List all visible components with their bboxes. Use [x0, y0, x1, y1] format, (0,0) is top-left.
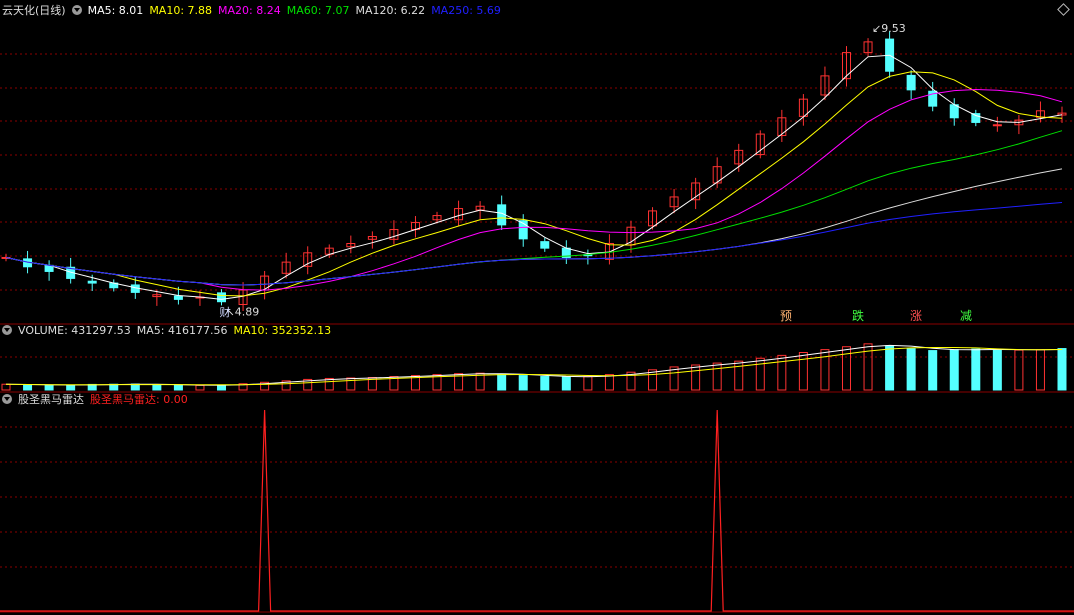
volume-bar	[971, 348, 981, 391]
ma10-label: MA10: 7.88	[149, 4, 213, 17]
volume-label: VOLUME: 431297.53	[18, 324, 131, 337]
candle-body	[992, 124, 1002, 127]
volume-bar	[152, 384, 162, 391]
volume-bar	[66, 384, 76, 391]
candle-body	[87, 280, 97, 284]
volume-bar	[798, 352, 808, 391]
volume-bar	[734, 360, 744, 391]
volume-bar	[992, 349, 1002, 391]
ma20-label: MA20: 8.24	[218, 4, 281, 17]
chevron-down-icon[interactable]	[2, 394, 12, 404]
volume-bar	[561, 376, 571, 391]
ma20-line	[5, 88, 1063, 291]
ma120-label: MA120: 6.22	[355, 4, 426, 17]
indicator-header: 股圣黑马雷达 股圣黑马雷达: 0.00	[2, 393, 194, 407]
ma60-line	[5, 130, 1063, 286]
main-chart-header: 云天化(日线) MA5: 8.01 MA10: 7.88 MA20: 8.24 MA60…	[2, 4, 507, 18]
candle-body	[906, 74, 916, 91]
volume-bar	[195, 384, 205, 391]
candle-body	[173, 295, 183, 300]
volume-bar	[1035, 349, 1045, 391]
ma250-label: MA250: 5.69	[431, 4, 501, 17]
volume-bar	[906, 348, 916, 391]
chevron-down-icon[interactable]	[71, 5, 82, 15]
ma10-line	[5, 71, 1063, 297]
volume-bar	[755, 357, 765, 391]
indicator-name: 股圣黑马雷达	[18, 393, 84, 406]
volume-bar	[44, 384, 54, 391]
volume-bar	[820, 349, 830, 391]
chevron-down-icon[interactable]	[2, 325, 12, 335]
finance-marker: 财	[220, 305, 231, 319]
candle-body	[217, 292, 227, 303]
signal-marker-sig3: 涨	[910, 308, 922, 323]
volume-bar	[518, 375, 528, 391]
volume-bar	[885, 345, 895, 391]
volume-bar	[217, 384, 227, 391]
signal-marker-sig1: 预	[780, 309, 792, 323]
high-price-label: ↙9.53	[872, 22, 906, 35]
volume-ma10-label: MA10: 352352.13	[233, 324, 332, 337]
volume-bar	[173, 384, 183, 391]
volume-bar	[583, 376, 593, 391]
volume-bar	[1, 383, 11, 391]
chart-canvas[interactable]: ↙9.53 ↖4.89财 预 跌 涨 减	[0, 0, 1074, 615]
volume-ma5-label: MA5: 416177.56	[136, 324, 228, 337]
volume-header: VOLUME: 431297.53 MA5: 416177.56 MA10: 352…	[2, 324, 337, 338]
volume-bar	[928, 350, 938, 391]
ma5-label: MA5: 8.01	[87, 4, 144, 17]
volume-bar	[540, 376, 550, 391]
ma5-line	[5, 54, 1063, 300]
signal-marker-sig4: 减	[960, 309, 972, 323]
indicator-value: 股圣黑马雷达: 0.00	[90, 393, 188, 406]
volume-bar	[346, 377, 356, 391]
volume-bar	[604, 374, 614, 391]
volume-ma10-line	[5, 347, 1063, 386]
volume-bar	[1057, 348, 1067, 391]
volume-ma5-line	[5, 344, 1063, 386]
volume-bar	[1014, 349, 1024, 391]
candle-body	[540, 241, 550, 249]
signal-marker-sig2: 跌	[852, 308, 864, 323]
stock-title: 云天化(日线)	[2, 4, 66, 17]
volume-bar	[497, 373, 507, 391]
candle-body	[971, 113, 981, 123]
low-price-label: ↖4.89	[226, 306, 260, 319]
candle-body	[949, 104, 959, 119]
ma60-label: MA60: 7.07	[286, 4, 350, 17]
volume-bar	[23, 384, 33, 391]
ma250-line	[5, 202, 1063, 286]
volume-bar	[691, 364, 701, 391]
volume-bar	[712, 362, 722, 391]
indicator-line	[0, 409, 1074, 612]
volume-bar	[949, 349, 959, 391]
volume-bar	[777, 354, 787, 391]
